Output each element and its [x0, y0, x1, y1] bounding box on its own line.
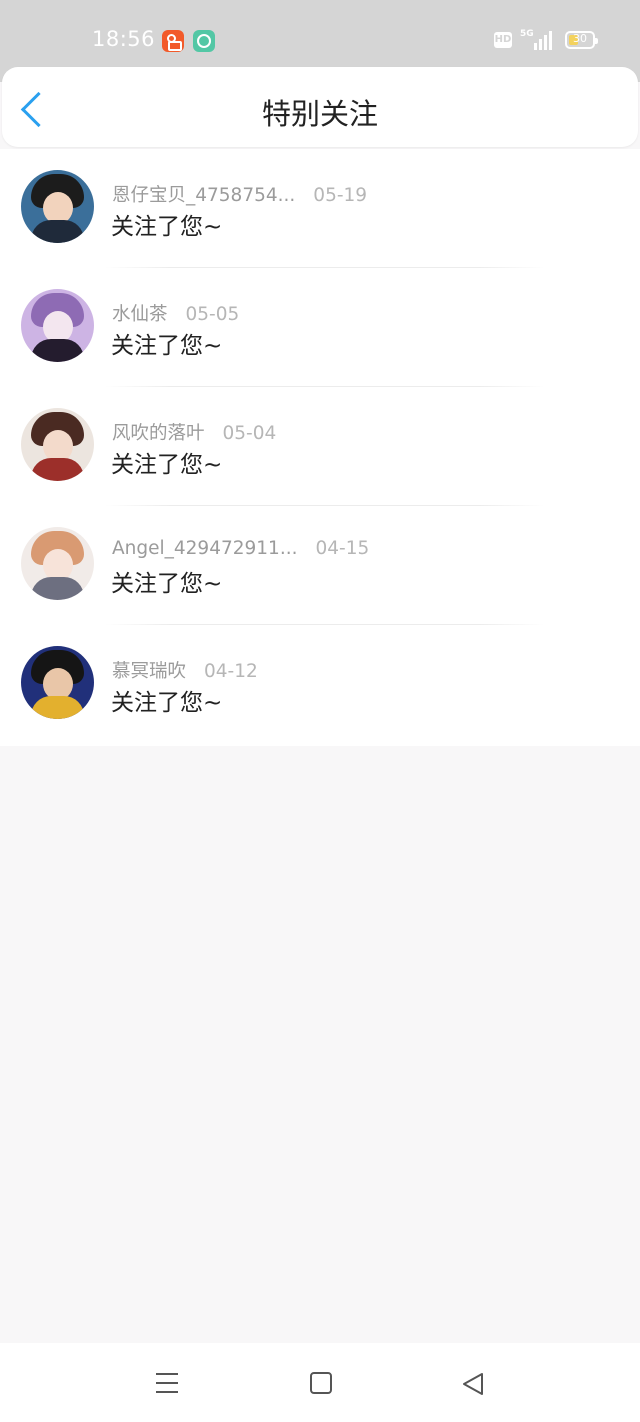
list-item[interactable]: 水仙茶 05-05 关注了您~ — [0, 268, 640, 387]
upload-icon — [193, 30, 215, 52]
notification-message: 关注了您~ — [111, 690, 223, 716]
list-item[interactable]: 风吹的落叶 05-04 关注了您~ — [0, 387, 640, 506]
notification-date: 05-19 — [313, 185, 368, 206]
avatar[interactable] — [21, 408, 94, 481]
avatar[interactable] — [21, 170, 94, 243]
notification-message: 关注了您~ — [111, 214, 223, 240]
list-item[interactable]: 慕冥瑞吹 04-12 关注了您~ — [0, 625, 640, 746]
menu-icon[interactable] — [156, 1373, 178, 1393]
notification-date: 05-05 — [185, 304, 240, 325]
user-name[interactable]: 风吹的落叶 — [112, 423, 205, 444]
app-notification-icon — [162, 30, 184, 52]
notification-message: 关注了您~ — [111, 571, 223, 597]
notification-list: 恩仔宝贝_4758754... 05-19 关注了您~ 水仙茶 05-05 关注了您… — [0, 149, 640, 746]
network-type: 5G — [520, 29, 534, 39]
signal-icon: 5G — [520, 29, 556, 50]
list-item[interactable]: 恩仔宝贝_4758754... 05-19 关注了您~ — [0, 149, 640, 268]
notification-message: 关注了您~ — [111, 333, 223, 359]
list-item[interactable]: Angel_429472911... 04-15 关注了您~ — [0, 506, 640, 625]
notification-date: 04-15 — [315, 538, 370, 559]
notification-date: 05-04 — [222, 423, 277, 444]
user-name[interactable]: 水仙茶 — [112, 304, 168, 325]
system-nav-bar — [0, 1343, 640, 1422]
battery-icon: 30 — [565, 31, 598, 49]
notification-date: 04-12 — [204, 661, 258, 682]
hd-icon: HD — [494, 32, 512, 48]
avatar[interactable] — [21, 289, 94, 362]
user-name[interactable]: Angel_429472911... — [112, 538, 297, 559]
avatar[interactable] — [21, 527, 94, 600]
status-time: 18:56 — [92, 27, 156, 51]
page-title: 特别关注 — [261, 97, 378, 131]
avatar[interactable] — [21, 646, 94, 719]
user-name[interactable]: 恩仔宝贝_4758754... — [112, 185, 295, 206]
notification-message: 关注了您~ — [111, 452, 223, 478]
app-header: 特别关注 — [2, 67, 638, 147]
battery-level: 30 — [573, 32, 587, 45]
user-name[interactable]: 慕冥瑞吹 — [112, 661, 186, 682]
home-icon[interactable] — [310, 1372, 332, 1394]
